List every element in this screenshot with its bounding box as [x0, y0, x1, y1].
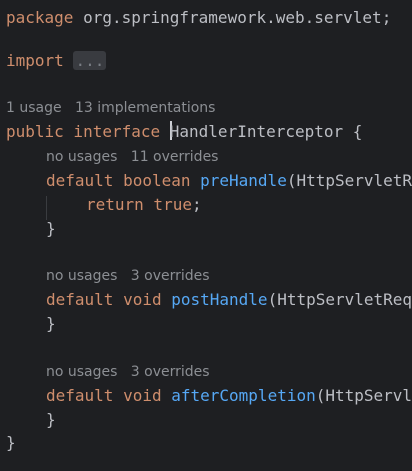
method-params: (HttpServletRequest: [267, 290, 412, 309]
package-keyword: package: [6, 8, 74, 27]
return-value: true: [143, 195, 192, 214]
method-keywords: default void: [46, 290, 172, 309]
return-semicolon: ;: [191, 195, 202, 214]
interface-usages-link[interactable]: 1 usage: [6, 100, 62, 116]
method-close-brace: }: [46, 410, 56, 429]
method-overrides-link[interactable]: 3 overrides: [131, 364, 210, 380]
package-line[interactable]: package org.springframework.web.servlet;: [6, 6, 391, 30]
method-keywords: default boolean: [46, 171, 201, 190]
import-fold-button[interactable]: ...: [73, 51, 107, 70]
method-params: (HttpServletRequest: [286, 171, 412, 190]
method-declaration-line[interactable]: default void postHandle(HttpServletReque…: [46, 288, 412, 312]
method-close-brace: }: [46, 314, 56, 333]
method-inlay-hint: no usages 3 overrides: [46, 264, 210, 288]
method-name[interactable]: preHandle: [200, 171, 287, 190]
package-name: org.springframework.web.servlet;: [73, 8, 392, 27]
interface-name[interactable]: HandlerInterceptor: [170, 122, 343, 141]
method-declaration-line[interactable]: default boolean preHandle(HttpServletReq…: [46, 169, 412, 193]
method-name[interactable]: afterCompletion: [171, 386, 316, 405]
interface-declaration-line[interactable]: public interface HandlerInterceptor {: [6, 120, 362, 144]
interface-implementations-link[interactable]: 13 implementations: [75, 100, 216, 116]
method-name[interactable]: postHandle: [171, 290, 267, 309]
interface-inlay-hint: 1 usage 13 implementations: [6, 96, 215, 120]
interface-open-brace: {: [343, 122, 363, 141]
interface-modifiers: public interface: [6, 122, 170, 141]
method-declaration-line[interactable]: default void afterCompletion(HttpServlet…: [46, 384, 412, 408]
code-editor[interactable]: package org.springframework.web.servlet;…: [0, 0, 412, 471]
return-statement-line[interactable]: return true;: [86, 193, 202, 217]
method-keywords: default void: [46, 386, 172, 405]
method-usages-link[interactable]: no usages: [46, 268, 117, 284]
interface-close-brace: }: [6, 433, 16, 452]
import-keyword: import: [6, 51, 64, 70]
method-inlay-hint: no usages 3 overrides: [46, 360, 210, 384]
method-overrides-link[interactable]: 3 overrides: [131, 268, 210, 284]
method-params: (HttpServletRequest: [315, 386, 412, 405]
method-usages-link[interactable]: no usages: [46, 149, 117, 165]
method-usages-link[interactable]: no usages: [46, 364, 117, 380]
method-close-brace: }: [46, 219, 56, 238]
return-keyword: return: [86, 195, 144, 214]
method-inlay-hint: no usages 11 overrides: [46, 145, 218, 169]
method-overrides-link[interactable]: 11 overrides: [131, 149, 219, 165]
import-line[interactable]: import ...: [6, 49, 107, 73]
